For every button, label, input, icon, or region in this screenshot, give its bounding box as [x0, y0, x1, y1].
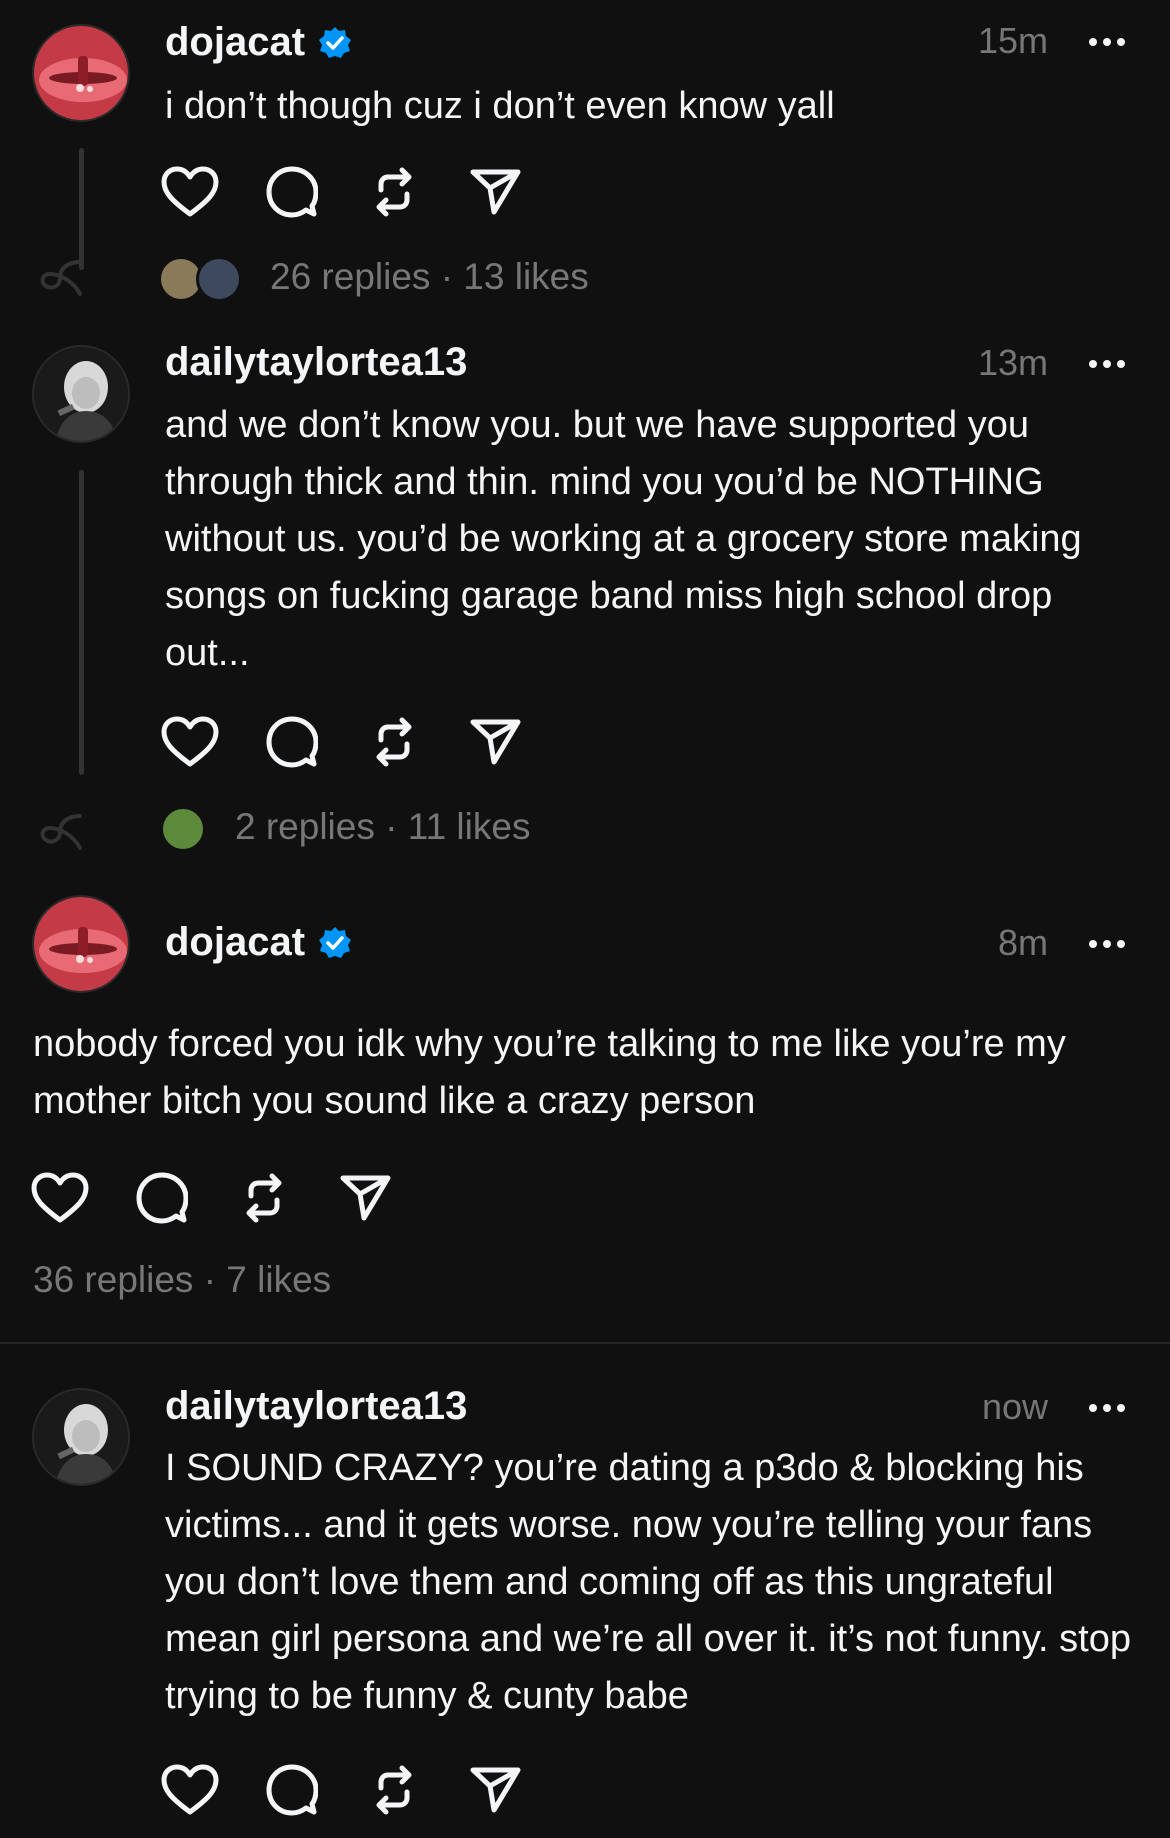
- post-time: now: [981, 1386, 1048, 1427]
- username-text[interactable]: dojacat: [165, 20, 305, 65]
- thread-connector-icon: [40, 260, 82, 296]
- username[interactable]: dailytaylortea13: [165, 1384, 467, 1429]
- send-icon: [340, 1175, 391, 1221]
- post-text: and we don’t know you. but we have suppo…: [165, 404, 1082, 674]
- post-actions: [160, 1762, 526, 1816]
- reply-button[interactable]: [262, 714, 322, 770]
- thread-line: [79, 148, 84, 270]
- avatar-image-icon: [34, 897, 128, 991]
- repost-button[interactable]: [364, 1762, 424, 1818]
- username[interactable]: dojacat: [165, 920, 353, 965]
- avatar[interactable]: [32, 895, 130, 993]
- repost-button[interactable]: [364, 714, 424, 770]
- more-icon[interactable]: [1085, 934, 1129, 954]
- avatar[interactable]: [32, 345, 130, 443]
- avatar-image-icon: [34, 1390, 128, 1484]
- divider: [0, 1342, 1170, 1344]
- send-icon: [470, 169, 521, 215]
- share-button[interactable]: [336, 1170, 396, 1226]
- reply-button[interactable]: [262, 164, 322, 220]
- repost-button[interactable]: [234, 1170, 294, 1226]
- repost-icon: [246, 1173, 282, 1223]
- repost-icon: [376, 167, 412, 217]
- more-icon[interactable]: [1085, 1398, 1129, 1418]
- thread-line: [79, 470, 84, 775]
- post-stats[interactable]: 2 replies · 11 likes: [235, 806, 530, 848]
- comment-icon: [266, 716, 318, 768]
- share-button[interactable]: [466, 164, 526, 220]
- comment-icon: [266, 166, 318, 218]
- username-text[interactable]: dailytaylortea13: [165, 1384, 467, 1429]
- like-button[interactable]: [160, 1762, 220, 1818]
- verified-badge-icon: [319, 26, 352, 58]
- thread-connector-icon: [40, 814, 82, 850]
- post-stats[interactable]: 26 replies · 13 likes: [270, 256, 589, 298]
- username[interactable]: dojacat: [165, 20, 353, 65]
- like-button[interactable]: [160, 714, 220, 770]
- send-icon: [470, 719, 521, 765]
- share-button[interactable]: [466, 1762, 526, 1818]
- heart-icon: [161, 716, 219, 767]
- replier-avatar: [160, 806, 206, 852]
- share-button[interactable]: [466, 714, 526, 770]
- post-text: nobody forced you idk why you’re talking…: [33, 1023, 1066, 1122]
- username-text[interactable]: dojacat: [165, 920, 305, 965]
- reply-button[interactable]: [132, 1170, 192, 1226]
- post-text: i don’t though cuz i don’t even know yal…: [165, 85, 835, 127]
- comment-icon: [266, 1764, 318, 1816]
- repost-button[interactable]: [364, 164, 424, 220]
- send-icon: [470, 1767, 521, 1813]
- repost-icon: [376, 717, 412, 767]
- username-text[interactable]: dailytaylortea13: [165, 340, 467, 385]
- avatar-image-icon: [34, 26, 128, 120]
- post-actions: [160, 164, 526, 218]
- heart-icon: [161, 166, 219, 217]
- post-time: 8m: [997, 922, 1048, 963]
- reply-button[interactable]: [262, 1762, 322, 1818]
- more-icon[interactable]: [1085, 32, 1129, 52]
- heart-icon: [161, 1764, 219, 1815]
- like-button[interactable]: [160, 164, 220, 220]
- post-actions: [30, 1170, 396, 1224]
- more-icon[interactable]: [1085, 354, 1129, 374]
- post-time: 15m: [977, 20, 1048, 61]
- like-button[interactable]: [30, 1170, 90, 1226]
- avatar-image-icon: [34, 347, 128, 441]
- avatar[interactable]: [32, 24, 130, 122]
- username[interactable]: dailytaylortea13: [165, 340, 467, 385]
- comment-icon: [136, 1172, 188, 1224]
- post-text: I SOUND CRAZY? you’re dating a p3do & bl…: [165, 1447, 1131, 1717]
- post-stats[interactable]: 36 replies · 7 likes: [33, 1259, 331, 1301]
- post-time: 13m: [977, 342, 1048, 383]
- heart-icon: [31, 1172, 89, 1223]
- verified-badge-icon: [319, 926, 352, 958]
- replier-avatar: [196, 256, 242, 302]
- repost-icon: [376, 1765, 412, 1815]
- avatar[interactable]: [32, 1388, 130, 1486]
- post-actions: [160, 714, 526, 768]
